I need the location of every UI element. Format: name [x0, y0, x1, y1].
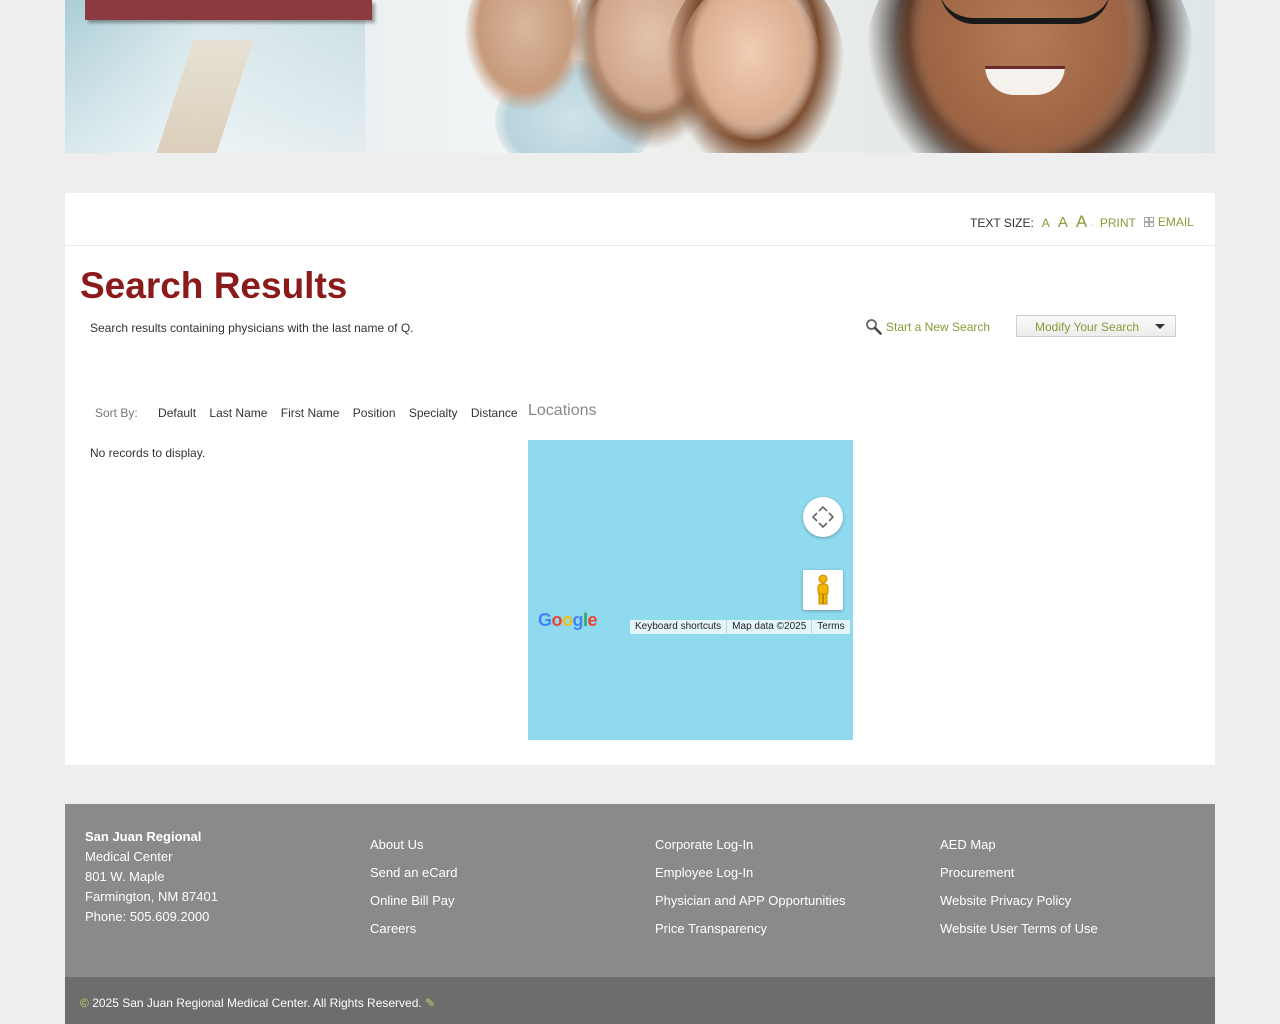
- copyright-icon: ©: [80, 996, 89, 1010]
- street-view-control[interactable]: [803, 570, 843, 610]
- sort-bar: Sort By: Default Last Name First Name Po…: [95, 406, 528, 420]
- footer-link-online-bill-pay[interactable]: Online Bill Pay: [370, 887, 457, 915]
- footer-link-procurement[interactable]: Procurement: [940, 859, 1098, 887]
- footer-link-send-ecard[interactable]: Send an eCard: [370, 859, 457, 887]
- logo-tab[interactable]: [85, 0, 372, 20]
- footer-link-physician-opportunities[interactable]: Physician and APP Opportunities: [655, 887, 846, 915]
- footer-links-col2: Corporate Log-In Employee Log-In Physici…: [655, 831, 846, 943]
- magnifier-icon: [866, 319, 882, 335]
- text-size-small-button[interactable]: A: [1042, 216, 1050, 230]
- modify-search-label: Modify Your Search: [1035, 320, 1140, 334]
- text-size-label: TEXT SIZE:: [970, 216, 1034, 230]
- page-toolbar: TEXT SIZE: A A A · PRINT EMAIL: [65, 193, 1215, 246]
- locations-map[interactable]: Google Keyboard shortcuts Map data ©2025…: [528, 440, 853, 740]
- keyboard-shortcuts-link[interactable]: Keyboard shortcuts: [630, 620, 728, 634]
- empty-results-message: No records to display.: [90, 446, 206, 460]
- sort-by-label: Sort By:: [95, 406, 138, 420]
- city-address: Farmington, NM 87401: [85, 889, 218, 904]
- pegman-icon: [817, 574, 829, 605]
- locations-heading: Locations: [528, 402, 597, 419]
- main-content: TEXT SIZE: A A A · PRINT EMAIL Search Re…: [65, 193, 1215, 765]
- footer-link-privacy-policy[interactable]: Website Privacy Policy: [940, 887, 1098, 915]
- terms-link[interactable]: Terms: [812, 620, 849, 634]
- move-arrows-icon: [811, 505, 835, 529]
- pencil-icon[interactable]: ✎: [425, 996, 435, 1010]
- footer-link-terms-of-use[interactable]: Website User Terms of Use: [940, 915, 1098, 943]
- new-search-link[interactable]: Start a New Search: [865, 318, 990, 335]
- sort-last-name[interactable]: Last Name: [209, 406, 267, 420]
- map-data-text: Map data ©2025: [727, 620, 813, 634]
- footer-links-col1: About Us Send an eCard Online Bill Pay C…: [370, 831, 457, 943]
- text-size-large-button[interactable]: A: [1076, 212, 1087, 232]
- hero-banner: [65, 0, 1215, 153]
- copyright-text: 2025 San Juan Regional Medical Center. A…: [92, 996, 422, 1010]
- footer-link-price-transparency[interactable]: Price Transparency: [655, 915, 846, 943]
- footer-link-careers[interactable]: Careers: [370, 915, 457, 943]
- sort-distance[interactable]: Distance: [471, 406, 518, 420]
- footer-link-aed-map[interactable]: AED Map: [940, 831, 1098, 859]
- dropdown-arrow-icon: [1155, 324, 1165, 329]
- modify-search-dropdown[interactable]: Modify Your Search: [1016, 315, 1176, 337]
- footer-link-about-us[interactable]: About Us: [370, 831, 457, 859]
- sort-first-name[interactable]: First Name: [281, 406, 340, 420]
- toolbar-separator: ·: [1091, 220, 1094, 229]
- phone-number: Phone: 505.609.2000: [85, 909, 210, 924]
- sort-specialty[interactable]: Specialty: [409, 406, 458, 420]
- email-icon: [1143, 217, 1154, 227]
- map-attribution: Keyboard shortcuts Map data ©2025 Terms: [630, 620, 850, 634]
- copyright: © 2025 San Juan Regional Medical Center.…: [80, 996, 435, 1010]
- new-search-label: Start a New Search: [886, 319, 991, 334]
- org-name: San Juan Regional: [85, 829, 202, 844]
- page-title: Search Results: [80, 265, 348, 306]
- sort-default[interactable]: Default: [158, 406, 196, 420]
- results-description: Search results containing physicians wit…: [90, 321, 414, 335]
- text-size-medium-button[interactable]: A: [1058, 214, 1068, 231]
- footer-link-employee-login[interactable]: Employee Log-In: [655, 859, 846, 887]
- footer-links-col3: AED Map Procurement Website Privacy Poli…: [940, 831, 1098, 943]
- email-button[interactable]: EMAIL: [1158, 215, 1194, 229]
- org-name-line2: Medical Center: [85, 849, 173, 864]
- street-address: 801 W. Maple: [85, 869, 165, 884]
- site-footer: San Juan Regional Medical Center 801 W. …: [65, 804, 1215, 977]
- print-button[interactable]: PRINT: [1100, 216, 1136, 230]
- copyright-bar: © 2025 San Juan Regional Medical Center.…: [65, 977, 1215, 1024]
- map-pan-control[interactable]: [803, 497, 843, 537]
- sort-position[interactable]: Position: [353, 406, 396, 420]
- footer-link-corporate-login[interactable]: Corporate Log-In: [655, 831, 846, 859]
- google-logo[interactable]: Google: [538, 610, 598, 631]
- footer-address: San Juan Regional Medical Center 801 W. …: [85, 827, 218, 927]
